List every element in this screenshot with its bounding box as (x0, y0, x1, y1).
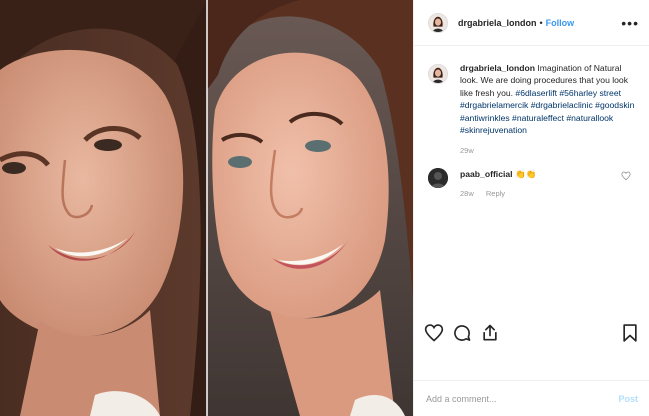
comment-meta: 28w Reply (460, 188, 536, 200)
share-button[interactable] (480, 323, 500, 343)
heart-icon (424, 324, 444, 342)
comparison-photo (0, 0, 413, 416)
comment-timestamp[interactable]: 28w (460, 189, 474, 198)
comment-icon (454, 325, 471, 341)
post-sidebar: drgabriela_london • Follow ••• drgabriel… (413, 0, 649, 416)
comment-username[interactable]: paab_official (460, 169, 513, 179)
comment-avatar[interactable] (428, 167, 448, 188)
comment-body: paab_official 👏👏 28w Reply (460, 168, 536, 200)
caption: drgabriela_london Imagination of Natural… (428, 62, 635, 158)
comment-input[interactable] (426, 393, 619, 404)
caption-timestamp[interactable]: 29w (460, 145, 635, 157)
save-button[interactable] (620, 323, 640, 343)
header-separator: • (539, 17, 543, 28)
more-options-icon[interactable]: ••• (621, 16, 639, 30)
header-username[interactable]: drgabriela_london (458, 18, 537, 28)
caption-username[interactable]: drgabriela_london (460, 63, 535, 73)
comment-text: 👏👏 (514, 168, 537, 179)
profile-avatar-icon (429, 13, 447, 32)
caption-avatar[interactable] (428, 64, 448, 84)
commenter-avatar-icon (428, 167, 448, 188)
comment-item: paab_official 👏👏 28w Reply (428, 167, 635, 200)
comment-heart-icon[interactable] (621, 171, 631, 181)
reply-button[interactable]: Reply (486, 189, 505, 198)
add-comment-bar: Post (414, 380, 649, 416)
profile-avatar-icon (429, 65, 447, 83)
post-header: drgabriela_london • Follow ••• (414, 0, 649, 46)
bookmark-icon (623, 324, 637, 342)
follow-button[interactable]: Follow (546, 18, 575, 28)
header-avatar[interactable] (428, 12, 448, 33)
action-bar (414, 318, 649, 348)
comments-section: drgabriela_london Imagination of Natural… (414, 46, 649, 200)
caption-body: drgabriela_london Imagination of Natural… (460, 62, 635, 158)
post-image[interactable] (0, 0, 413, 416)
share-icon (483, 324, 497, 341)
like-button[interactable] (424, 323, 444, 343)
comment-button[interactable] (452, 323, 472, 343)
photo-right (207, 0, 413, 416)
photo-left (0, 0, 207, 416)
post-button[interactable]: Post (618, 394, 638, 404)
